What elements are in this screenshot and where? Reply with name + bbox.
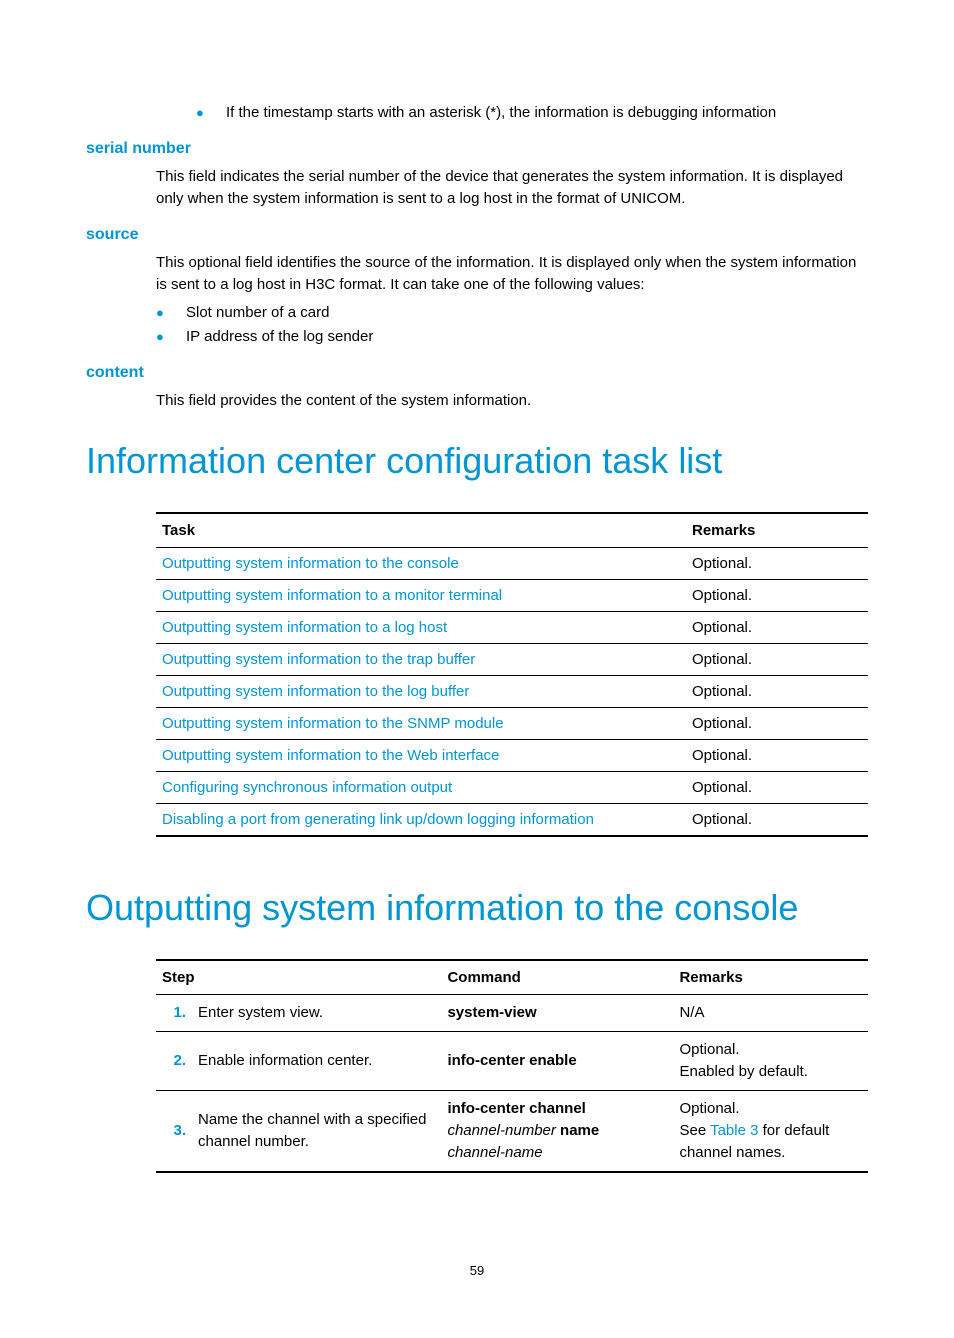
remarks-cell: Optional. bbox=[686, 580, 868, 612]
task-cell[interactable]: Outputting system information to the SNM… bbox=[156, 708, 686, 740]
task-cell[interactable]: Outputting system information to a log h… bbox=[156, 612, 686, 644]
remarks-cell: Optional. bbox=[686, 708, 868, 740]
task-cell[interactable]: Disabling a port from generating link up… bbox=[156, 804, 686, 837]
task-link[interactable]: Configuring synchronous information outp… bbox=[162, 779, 452, 796]
task-cell[interactable]: Configuring synchronous information outp… bbox=[156, 772, 686, 804]
remarks-cell: Optional.Enabled by default. bbox=[673, 1032, 868, 1091]
table-header-row: Task Remarks bbox=[156, 513, 868, 548]
task-link[interactable]: Outputting system information to the Web… bbox=[162, 747, 499, 764]
document-page: ● If the timestamp starts with an asteri… bbox=[0, 0, 954, 1338]
table-row: Outputting system information to the SNM… bbox=[156, 708, 868, 740]
body-text: This optional field identifies the sourc… bbox=[156, 252, 868, 296]
remarks-cell: Optional.See Table 3 for default channel… bbox=[673, 1091, 868, 1173]
table-row: Outputting system information to the Web… bbox=[156, 740, 868, 772]
task-cell[interactable]: Outputting system information to the Web… bbox=[156, 740, 686, 772]
list-item: ● IP address of the log sender bbox=[156, 326, 868, 348]
table-row: Outputting system information to a log h… bbox=[156, 612, 868, 644]
table-header-step: Step bbox=[156, 960, 441, 995]
task-cell[interactable]: Outputting system information to the con… bbox=[156, 548, 686, 580]
command-cell: system-view bbox=[441, 995, 673, 1032]
task-link[interactable]: Outputting system information to a monit… bbox=[162, 587, 502, 604]
table-header-remarks: Remarks bbox=[673, 960, 868, 995]
remarks-cell: Optional. bbox=[686, 612, 868, 644]
table-row: 2.Enable information center.info-center … bbox=[156, 1032, 868, 1091]
step-description: Enter system view. bbox=[192, 995, 441, 1032]
table-row: Outputting system information to the log… bbox=[156, 676, 868, 708]
task-link[interactable]: Outputting system information to the SNM… bbox=[162, 715, 504, 732]
table-row: Configuring synchronous information outp… bbox=[156, 772, 868, 804]
table-header-remarks: Remarks bbox=[686, 513, 868, 548]
bullet-icon: ● bbox=[156, 326, 186, 348]
list-item: ● Slot number of a card bbox=[156, 302, 868, 324]
body-text: This field provides the content of the s… bbox=[156, 390, 868, 412]
section-heading-content: content bbox=[86, 364, 868, 382]
task-list-table: Task Remarks Outputting system informati… bbox=[156, 512, 868, 837]
task-cell[interactable]: Outputting system information to a monit… bbox=[156, 580, 686, 612]
task-cell[interactable]: Outputting system information to the tra… bbox=[156, 644, 686, 676]
command-cell: info-center enable bbox=[441, 1032, 673, 1091]
heading-output-console: Outputting system information to the con… bbox=[86, 887, 868, 929]
task-link[interactable]: Outputting system information to the tra… bbox=[162, 651, 475, 668]
remarks-cell: Optional. bbox=[686, 676, 868, 708]
remarks-cell: Optional. bbox=[686, 644, 868, 676]
task-link[interactable]: Outputting system information to the log… bbox=[162, 683, 469, 700]
table-row: Outputting system information to the con… bbox=[156, 548, 868, 580]
table-header-task: Task bbox=[156, 513, 686, 548]
task-link[interactable]: Outputting system information to the con… bbox=[162, 555, 459, 572]
table-header-command: Command bbox=[441, 960, 673, 995]
list-item-text: IP address of the log sender bbox=[186, 326, 868, 348]
table-row: 3.Name the channel with a specified chan… bbox=[156, 1091, 868, 1173]
table-row: Outputting system information to the tra… bbox=[156, 644, 868, 676]
bullet-icon: ● bbox=[196, 102, 226, 124]
list-item: ● If the timestamp starts with an asteri… bbox=[196, 102, 868, 124]
page-number: 59 bbox=[86, 1263, 868, 1278]
remarks-cell: N/A bbox=[673, 995, 868, 1032]
remarks-cell: Optional. bbox=[686, 740, 868, 772]
step-number: 3. bbox=[156, 1091, 192, 1173]
step-number: 1. bbox=[156, 995, 192, 1032]
step-description: Enable information center. bbox=[192, 1032, 441, 1091]
section-heading-source: source bbox=[86, 226, 868, 244]
section-heading-serial: serial number bbox=[86, 140, 868, 158]
remarks-cell: Optional. bbox=[686, 804, 868, 837]
task-cell[interactable]: Outputting system information to the log… bbox=[156, 676, 686, 708]
task-link[interactable]: Outputting system information to a log h… bbox=[162, 619, 447, 636]
step-description: Name the channel with a specified channe… bbox=[192, 1091, 441, 1173]
table-header-row: Step Command Remarks bbox=[156, 960, 868, 995]
table-row: 1.Enter system view.system-viewN/A bbox=[156, 995, 868, 1032]
heading-task-list: Information center configuration task li… bbox=[86, 440, 868, 482]
remarks-cell: Optional. bbox=[686, 548, 868, 580]
bullet-icon: ● bbox=[156, 302, 186, 324]
table-row: Outputting system information to a monit… bbox=[156, 580, 868, 612]
table-reference-link[interactable]: Table 3 bbox=[710, 1122, 758, 1139]
step-number: 2. bbox=[156, 1032, 192, 1091]
body-text: This field indicates the serial number o… bbox=[156, 166, 868, 210]
table-row: Disabling a port from generating link up… bbox=[156, 804, 868, 837]
remarks-cell: Optional. bbox=[686, 772, 868, 804]
command-cell: info-center channelchannel-number namech… bbox=[441, 1091, 673, 1173]
list-item-text: Slot number of a card bbox=[186, 302, 868, 324]
task-link[interactable]: Disabling a port from generating link up… bbox=[162, 811, 594, 828]
step-table: Step Command Remarks 1.Enter system view… bbox=[156, 959, 868, 1173]
list-item-text: If the timestamp starts with an asterisk… bbox=[226, 102, 868, 124]
